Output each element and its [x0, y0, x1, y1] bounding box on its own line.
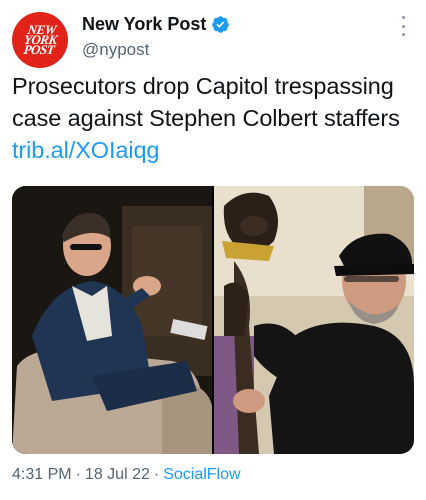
new-york-post-logo: NEW YORK POST [22, 22, 58, 57]
tweet-source[interactable]: SocialFlow [163, 466, 240, 484]
photo-colbert[interactable] [12, 186, 212, 454]
media-grid[interactable] [12, 186, 414, 454]
tweet-link[interactable]: trib.al/XOIaiqg [12, 137, 160, 163]
meta-separator: · [153, 466, 160, 483]
tweet-text: Prosecutors drop Capitol trespassing cas… [12, 70, 417, 166]
display-name[interactable]: New York Post [82, 14, 206, 35]
photo-triumph-puppeteer[interactable] [214, 186, 414, 454]
meta-separator: · [75, 466, 81, 483]
more-options-icon[interactable] [396, 16, 410, 36]
tweet-meta: 4:31 PM · 18 Jul 22 · SocialFlow [12, 466, 241, 484]
avatar[interactable]: NEW YORK POST [12, 12, 68, 68]
tweet-date[interactable]: 18 Jul 22 [85, 466, 150, 484]
verified-badge-icon [211, 15, 230, 34]
tweet-time[interactable]: 4:31 PM [12, 466, 72, 484]
handle[interactable]: @nypost [82, 40, 149, 60]
tweet-body: Prosecutors drop Capitol trespassing cas… [12, 73, 400, 131]
tweet-card: NEW YORK POST New York Post @nypost Pros… [0, 0, 426, 500]
author-name-row: New York Post [82, 14, 230, 35]
